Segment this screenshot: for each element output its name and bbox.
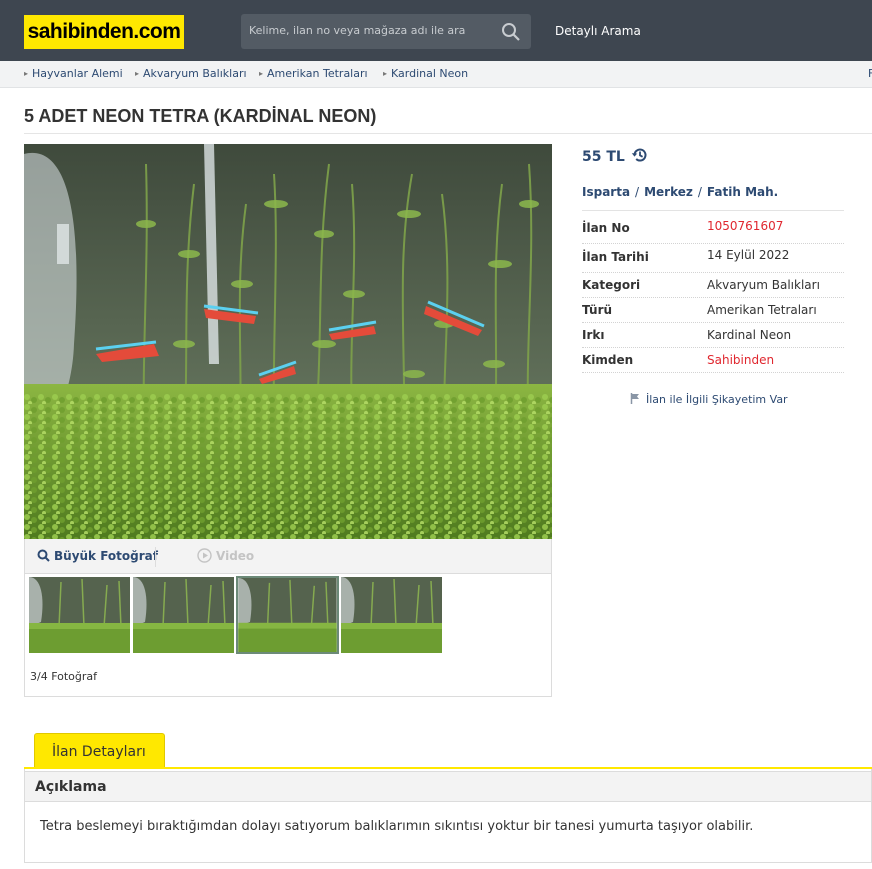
logo-text: sahibinden.com [27,20,181,43]
info-row-listing-no: İlan No 1050761607 [582,211,844,244]
breadcrumb-overflow[interactable]: F [868,67,872,80]
info-row-seller-type: Kimden Sahibinden [582,348,844,373]
aquarium-photo-image [24,144,552,539]
photo-thumbnail-active[interactable] [236,576,339,654]
breadcrumb-item[interactable]: Hayvanlar Alemi [24,67,123,80]
thumbnail-strip: 3/4 Fotoğraf [24,573,552,697]
description-text: Tetra beslemeyi bıraktığımdan dolayı sat… [40,819,754,834]
breadcrumb-item[interactable]: Kardinal Neon [383,67,468,80]
info-row-date: İlan Tarihi 14 Eylül 2022 [582,244,844,273]
photo-thumbnail[interactable] [341,577,442,653]
big-photo-button[interactable]: Büyük Fotoğraf [37,549,158,563]
thumbnail-image [133,577,234,653]
info-value: 14 Eylül 2022 [707,248,790,262]
tab-listing-details[interactable]: İlan Detayları [34,733,165,768]
info-label: İlan No [582,221,630,235]
divider [24,133,872,134]
photo-thumbnail[interactable] [133,577,234,653]
divider [155,547,156,567]
search-input[interactable]: Kelime, ilan no veya mağaza adı ile ara [249,24,465,37]
listing-number: 1050761607 [707,219,784,233]
listing-price: 55 TL [582,146,649,165]
search-icon[interactable] [501,22,521,42]
main-photo[interactable] [24,144,552,539]
location-breadcrumb: Isparta / Merkez / Fatih Mah. [582,185,779,199]
flag-icon [630,393,639,404]
thumbnail-image [341,577,442,653]
breadcrumb: Hayvanlar Alemi Akvaryum Balıkları Ameri… [0,61,872,88]
site-logo[interactable]: sahibinden.com [24,15,184,49]
play-icon [197,548,212,563]
video-label: Video [216,549,255,563]
info-label: Kategori [582,278,641,292]
info-value: Kardinal Neon [707,328,792,342]
location-district[interactable]: Merkez [644,185,693,199]
description-header: Açıklama [25,771,871,802]
magnifier-icon [37,549,50,562]
info-row-breed: Irkı Kardinal Neon [582,323,844,348]
price-history-icon[interactable] [631,146,649,164]
description-panel: Açıklama Tetra beslemeyi bıraktığımdan d… [24,769,872,863]
tab-label: İlan Detayları [52,744,146,760]
price-value: 55 TL [582,149,625,165]
thumbnail-image [29,577,130,653]
info-label: Kimden [582,353,634,367]
location-city[interactable]: Isparta [582,185,630,199]
report-listing-link[interactable]: İlan ile İlgili Şikayetim Var [630,393,788,406]
advanced-search-link[interactable]: Detaylı Arama [555,24,641,38]
thumbnail-image [238,578,337,652]
page-title: 5 ADET NEON TETRA (KARDİNAL NEON) [24,106,377,126]
breadcrumb-item[interactable]: Akvaryum Balıkları [135,67,247,80]
video-button[interactable]: Video [197,548,254,563]
info-value: Amerikan Tetraları [707,303,817,317]
search-box[interactable]: Kelime, ilan no veya mağaza adı ile ara [241,14,531,49]
location-neighborhood[interactable]: Fatih Mah. [707,185,778,199]
info-row-category: Kategori Akvaryum Balıkları [582,273,844,298]
info-label: Türü [582,303,613,317]
gallery-toolbar: Büyük Fotoğraf Video [24,539,552,573]
top-header: sahibinden.com Kelime, ilan no veya mağa… [0,0,872,61]
info-label: İlan Tarihi [582,250,649,264]
description-heading: Açıklama [35,779,107,795]
info-value: Akvaryum Balıkları [707,278,820,292]
info-value: Sahibinden [707,353,775,367]
report-listing-label: İlan ile İlgili Şikayetim Var [646,393,788,406]
big-photo-label: Büyük Fotoğraf [54,549,158,563]
photo-thumbnail[interactable] [29,577,130,653]
info-row-type: Türü Amerikan Tetraları [582,298,844,323]
breadcrumb-item[interactable]: Amerikan Tetraları [259,67,368,80]
photo-counter: 3/4 Fotoğraf [30,670,98,683]
info-label: Irkı [582,328,605,342]
